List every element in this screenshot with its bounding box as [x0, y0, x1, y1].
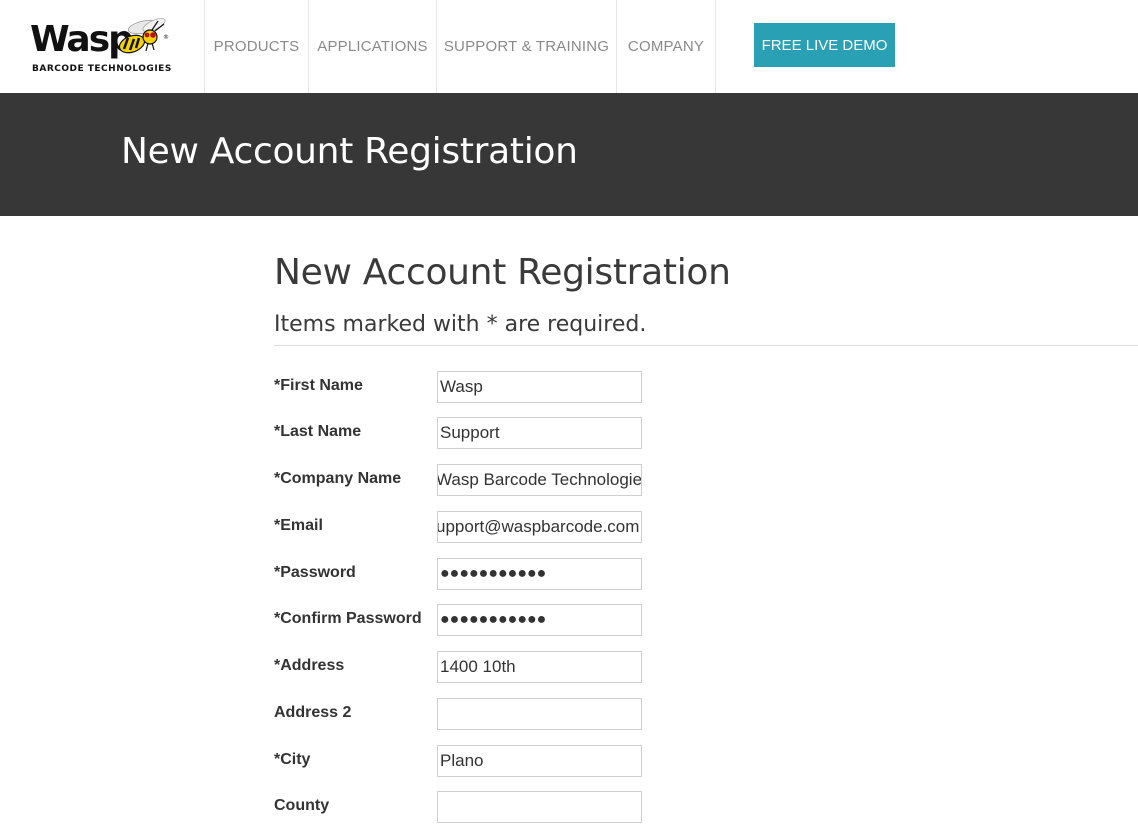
city-field[interactable]: Plano — [437, 745, 642, 777]
address-2-label: Address 2 — [274, 704, 352, 721]
logo-subtitle: BARCODE TECHNOLOGIES — [32, 64, 172, 74]
wasp-logo[interactable]: Wasp ® BARCODE TECHNOLOGIES — [28, 16, 172, 78]
form-row-email: *Email upport@waspbarcode.com — [274, 511, 674, 543]
company-name-label: *Company Name — [274, 470, 402, 487]
form-row-city: *City Plano — [274, 745, 674, 777]
page-title: New Account Registration — [274, 252, 731, 293]
first-name-field[interactable]: Wasp — [437, 371, 642, 403]
site-header: Wasp ® BARCODE TECHNOLOGIES PRODUCTS APP… — [0, 0, 1138, 93]
form-row-first-name: *First Name Wasp — [274, 371, 674, 403]
email-field[interactable]: upport@waspbarcode.com — [437, 511, 642, 543]
form-row-address-2: Address 2 — [274, 698, 674, 730]
address-field[interactable]: 1400 10th — [437, 651, 642, 683]
password-field[interactable]: ●●●●●●●●●●● — [437, 558, 642, 590]
last-name-field[interactable]: Support — [437, 417, 642, 449]
company-name-field[interactable]: Wasp Barcode Technologies — [437, 464, 642, 496]
svg-text:®: ® — [163, 34, 169, 41]
confirm-password-label: *Confirm Password — [274, 610, 422, 627]
form-row-county: County — [274, 791, 674, 823]
last-name-label: *Last Name — [274, 423, 362, 440]
page-banner: New Account Registration — [0, 93, 1138, 216]
address-2-field[interactable] — [437, 698, 642, 730]
divider — [274, 345, 1138, 346]
form-row-last-name: *Last Name Support — [274, 417, 674, 449]
nav-item-applications[interactable]: APPLICATIONS — [308, 0, 436, 93]
free-live-demo-button[interactable]: FREE LIVE DEMO — [754, 23, 895, 67]
nav-item-products[interactable]: PRODUCTS — [204, 0, 308, 93]
city-label: *City — [274, 751, 311, 768]
nav-item-support-training[interactable]: SUPPORT & TRAINING — [436, 0, 616, 93]
county-label: County — [274, 797, 330, 814]
form-row-confirm-password: *Confirm Password ●●●●●●●●●●● — [274, 604, 674, 636]
main-nav: PRODUCTS APPLICATIONS SUPPORT & TRAINING… — [204, 0, 716, 93]
password-label: *Password — [274, 564, 356, 581]
wasp-icon: ® — [118, 18, 169, 54]
nav-item-company[interactable]: COMPANY — [616, 0, 716, 93]
county-field[interactable] — [437, 791, 642, 823]
form-row-company-name: *Company Name Wasp Barcode Technologies — [274, 464, 674, 496]
required-note: Items marked with * are required. — [274, 312, 647, 337]
address-label: *Address — [274, 657, 345, 674]
email-label: *Email — [274, 517, 323, 534]
form-row-address: *Address 1400 10th — [274, 651, 674, 683]
first-name-label: *First Name — [274, 377, 363, 394]
confirm-password-field[interactable]: ●●●●●●●●●●● — [437, 604, 642, 636]
banner-title: New Account Registration — [121, 131, 578, 172]
form-row-password: *Password ●●●●●●●●●●● — [274, 558, 674, 590]
